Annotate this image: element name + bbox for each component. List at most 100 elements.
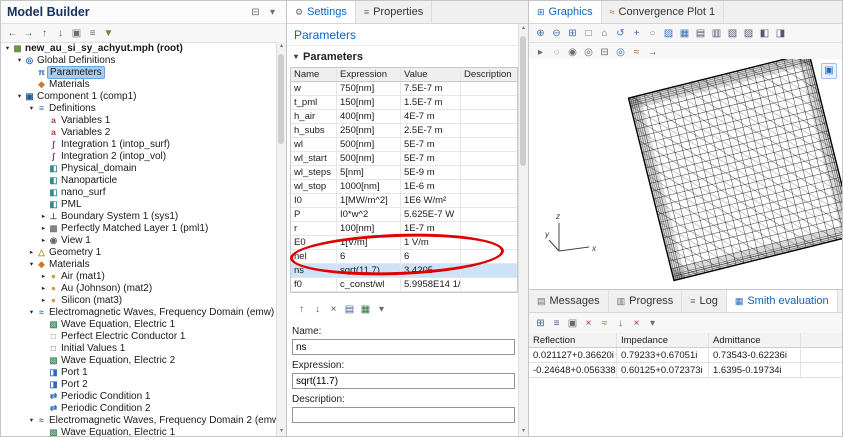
tree-item-definitions[interactable]: ▾≡Definitions <box>1 102 277 114</box>
tree-item-variables-2[interactable]: aVariables 2 <box>1 126 277 138</box>
tab-smith-evaluation[interactable]: ▦Smith evaluation <box>727 290 838 312</box>
hide-icon[interactable]: ◌ <box>549 45 564 60</box>
table-menu-icon[interactable]: ▾ <box>645 316 660 331</box>
expander-icon[interactable]: ▸ <box>39 212 48 220</box>
name-field-input[interactable] <box>292 339 515 355</box>
tree-item-port-2[interactable]: ◨Port 2 <box>1 378 277 390</box>
expander-icon[interactable]: ▾ <box>15 56 24 64</box>
front-view-icon[interactable]: ▤ <box>693 26 708 41</box>
tree-item-wave-equation-electric-1[interactable]: ▧Wave Equation, Electric 1 <box>1 318 277 330</box>
model-tree-settings-icon[interactable]: ≡ <box>85 26 100 41</box>
tree-item-geometry-1[interactable]: ▸△Geometry 1 <box>1 246 277 258</box>
export-table-icon[interactable]: ↓ <box>613 316 628 331</box>
load-file-icon[interactable]: ▤ <box>342 302 357 317</box>
table-settings-icon[interactable]: ⊞ <box>533 316 548 331</box>
back-view-icon[interactable]: ▥ <box>709 26 724 41</box>
table-menu-icon[interactable]: ▾ <box>374 302 389 317</box>
tree-item-electromagnetic-waves-frequency-domain-2-emw2[interactable]: ▾≈Electromagnetic Waves, Frequency Domai… <box>1 414 277 426</box>
column-header-description[interactable]: Description <box>461 68 517 81</box>
tab-progress[interactable]: ▥Progress <box>609 290 683 312</box>
graphics-context-button[interactable]: ▣ <box>821 63 837 79</box>
tree-item-au-johnson-mat2[interactable]: ▸●Au (Johnson) (mat2) <box>1 282 277 294</box>
transparency-icon[interactable]: ▨ <box>661 26 676 41</box>
delete-icon[interactable]: × <box>326 302 341 317</box>
tree-item-new-au-si-sy-achyut-mph-root[interactable]: ▾▦new_au_si_sy_achyut.mph (root) <box>1 42 277 54</box>
reset-hiding-icon[interactable]: ◎ <box>581 45 596 60</box>
tree-item-initial-values-1[interactable]: □Initial Values 1 <box>1 342 277 354</box>
tab-log[interactable]: ≡Log <box>682 290 727 312</box>
column-header-name[interactable]: Name <box>291 68 337 81</box>
tree-item-view-1[interactable]: ▸◉View 1 <box>1 234 277 246</box>
tree-item-nanoparticle[interactable]: ◧Nanoparticle <box>1 174 277 186</box>
settings-scrollbar[interactable]: ▴ ▾ <box>518 24 528 436</box>
tab-convergence-plot-1[interactable]: ≈Convergence Plot 1 <box>602 1 725 23</box>
tree-item-boundary-system-1-sys1[interactable]: ▸⊥Boundary System 1 (sys1) <box>1 210 277 222</box>
back-icon[interactable]: ← <box>5 26 20 41</box>
param-row-e0[interactable]: E01[V/m]1 V/m <box>291 236 517 250</box>
print-icon[interactable]: ⊟ <box>597 45 612 60</box>
tree-item-perfect-electric-conductor-1[interactable]: □Perfect Electric Conductor 1 <box>1 330 277 342</box>
expander-icon[interactable]: ▸ <box>27 248 36 256</box>
tree-item-pml[interactable]: ◧PML <box>1 198 277 210</box>
tab-settings[interactable]: ⚙Settings <box>287 1 356 23</box>
param-row-h-air[interactable]: h_air400[nm]4E-7 m <box>291 110 517 124</box>
show-icon[interactable]: ◉ <box>565 45 580 60</box>
expander-icon[interactable]: ▾ <box>27 416 36 424</box>
copy-table-icon[interactable]: ▣ <box>565 316 580 331</box>
delete-icon[interactable]: × <box>629 316 644 331</box>
model-builder-scrollbar[interactable]: ▴ ▾ <box>276 42 286 436</box>
tree-item-materials[interactable]: ◆Materials <box>1 78 277 90</box>
move-up-icon[interactable]: ↑ <box>37 26 52 41</box>
collapse-all-icon[interactable]: ⊟ <box>248 5 263 20</box>
full-precision-icon[interactable]: ≡ <box>549 316 564 331</box>
zoom-out-icon[interactable]: ⊖ <box>549 26 564 41</box>
forward-icon[interactable]: → <box>21 26 36 41</box>
right-view-icon[interactable]: ◨ <box>773 26 788 41</box>
tree-item-periodic-condition-2[interactable]: ⇄Periodic Condition 2 <box>1 402 277 414</box>
scroll-thumb[interactable] <box>278 54 284 144</box>
param-row-wl-steps[interactable]: wl_steps5[nm]5E-9 m <box>291 166 517 180</box>
clear-table-icon[interactable]: × <box>581 316 596 331</box>
param-row-t-pml[interactable]: t_pml150[nm]1.5E-7 m <box>291 96 517 110</box>
snapshot-icon[interactable]: ◎ <box>613 45 628 60</box>
context-menu-icon[interactable]: ▾ <box>265 5 280 20</box>
rotate-view-icon[interactable]: ↺ <box>613 26 628 41</box>
expander-icon[interactable]: ▾ <box>27 308 36 316</box>
param-row-r[interactable]: r100[nm]1E-7 m <box>291 222 517 236</box>
expander-icon[interactable]: ▸ <box>39 224 48 232</box>
save-file-icon[interactable]: ▦ <box>358 302 373 317</box>
expander-icon[interactable]: ▾ <box>3 44 12 52</box>
tab-properties[interactable]: ≡Properties <box>356 1 432 23</box>
expander-icon[interactable]: ▸ <box>39 236 48 244</box>
param-row-h-subs[interactable]: h_subs250[nm]2.5E-7 m <box>291 124 517 138</box>
expander-icon[interactable]: ▾ <box>15 92 24 100</box>
tree-item-variables-1[interactable]: aVariables 1 <box>1 114 277 126</box>
filter-icon[interactable]: ▼ <box>101 26 116 41</box>
expander-icon[interactable]: ▸ <box>39 296 48 304</box>
plot-settings-icon[interactable]: ≈ <box>629 45 644 60</box>
expander-icon[interactable]: ▸ <box>39 284 48 292</box>
tree-item-physical-domain[interactable]: ◧Physical_domain <box>1 162 277 174</box>
smith-row[interactable]: -0.24648+0.056338i0.60125+0.072373i1.639… <box>529 363 842 378</box>
move-up-icon[interactable]: ↑ <box>294 302 309 317</box>
parameters-section-header[interactable]: ▾ Parameters <box>287 46 528 67</box>
tree-item-materials[interactable]: ▾◆Materials <box>1 258 277 270</box>
param-row-wl-stop[interactable]: wl_stop1000[nm]1E-6 m <box>291 180 517 194</box>
smith-row[interactable]: 0.021127+0.36620i0.79233+0.67051i0.73543… <box>529 348 842 363</box>
param-row-i0[interactable]: I01[MW/m^2]1E6 W/m² <box>291 194 517 208</box>
expression-field-input[interactable] <box>292 373 515 389</box>
export-icon[interactable]: → <box>645 45 660 60</box>
param-row-wl-start[interactable]: wl_start500[nm]5E-7 m <box>291 152 517 166</box>
param-row-ns[interactable]: nssqrt(11.7)3.4205 <box>291 264 517 278</box>
move-down-icon[interactable]: ↓ <box>310 302 325 317</box>
tree-item-integration-2-intop-vol[interactable]: ∫Integration 2 (intop_vol) <box>1 150 277 162</box>
tree-item-wave-equation-electric-2[interactable]: ▧Wave Equation, Electric 2 <box>1 354 277 366</box>
pan-icon[interactable]: + <box>629 26 644 41</box>
param-row-p[interactable]: PI0*w^25.625E-7 W <box>291 208 517 222</box>
tree-item-parameters[interactable]: πParameters <box>1 66 277 78</box>
description-field-input[interactable] <box>292 407 515 423</box>
plot-table-icon[interactable]: ≈ <box>597 316 612 331</box>
scroll-down-icon[interactable]: ▾ <box>519 427 528 436</box>
param-row-nel[interactable]: nel66 <box>291 250 517 264</box>
param-row-f0[interactable]: f0c_const/wl5.9958E14 1/s <box>291 278 517 292</box>
